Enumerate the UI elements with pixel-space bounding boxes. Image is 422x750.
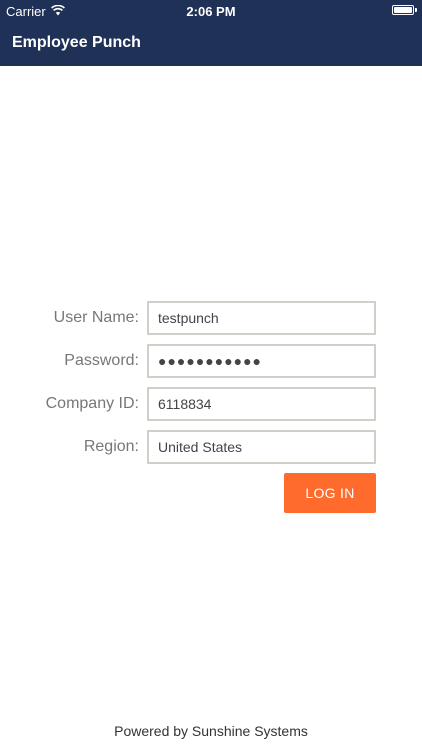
status-bar: Carrier 2:06 PM <box>0 0 422 22</box>
footer-powered-by: Powered by Sunshine Systems <box>114 723 308 739</box>
password-field[interactable] <box>147 344 376 378</box>
login-button[interactable]: LOG IN <box>284 473 376 513</box>
password-row: Password: <box>0 344 422 378</box>
user-name-row: User Name: <box>0 301 422 335</box>
region-row: Region: <box>0 430 422 464</box>
region-field[interactable] <box>147 430 376 464</box>
company-id-row: Company ID: <box>0 387 422 421</box>
battery-icon <box>392 5 417 15</box>
user-name-label: User Name: <box>53 309 139 326</box>
page-title: Employee Punch <box>12 34 141 51</box>
password-label: Password: <box>64 352 139 369</box>
battery-fill <box>394 7 412 13</box>
status-time: 2:06 PM <box>186 4 236 19</box>
app-header: Carrier 2:06 PM Employee Punch <box>0 0 422 66</box>
company-id-field[interactable] <box>147 387 376 421</box>
region-label: Region: <box>83 438 139 455</box>
user-name-field[interactable] <box>147 301 376 335</box>
company-id-label: Company ID: <box>45 395 139 412</box>
